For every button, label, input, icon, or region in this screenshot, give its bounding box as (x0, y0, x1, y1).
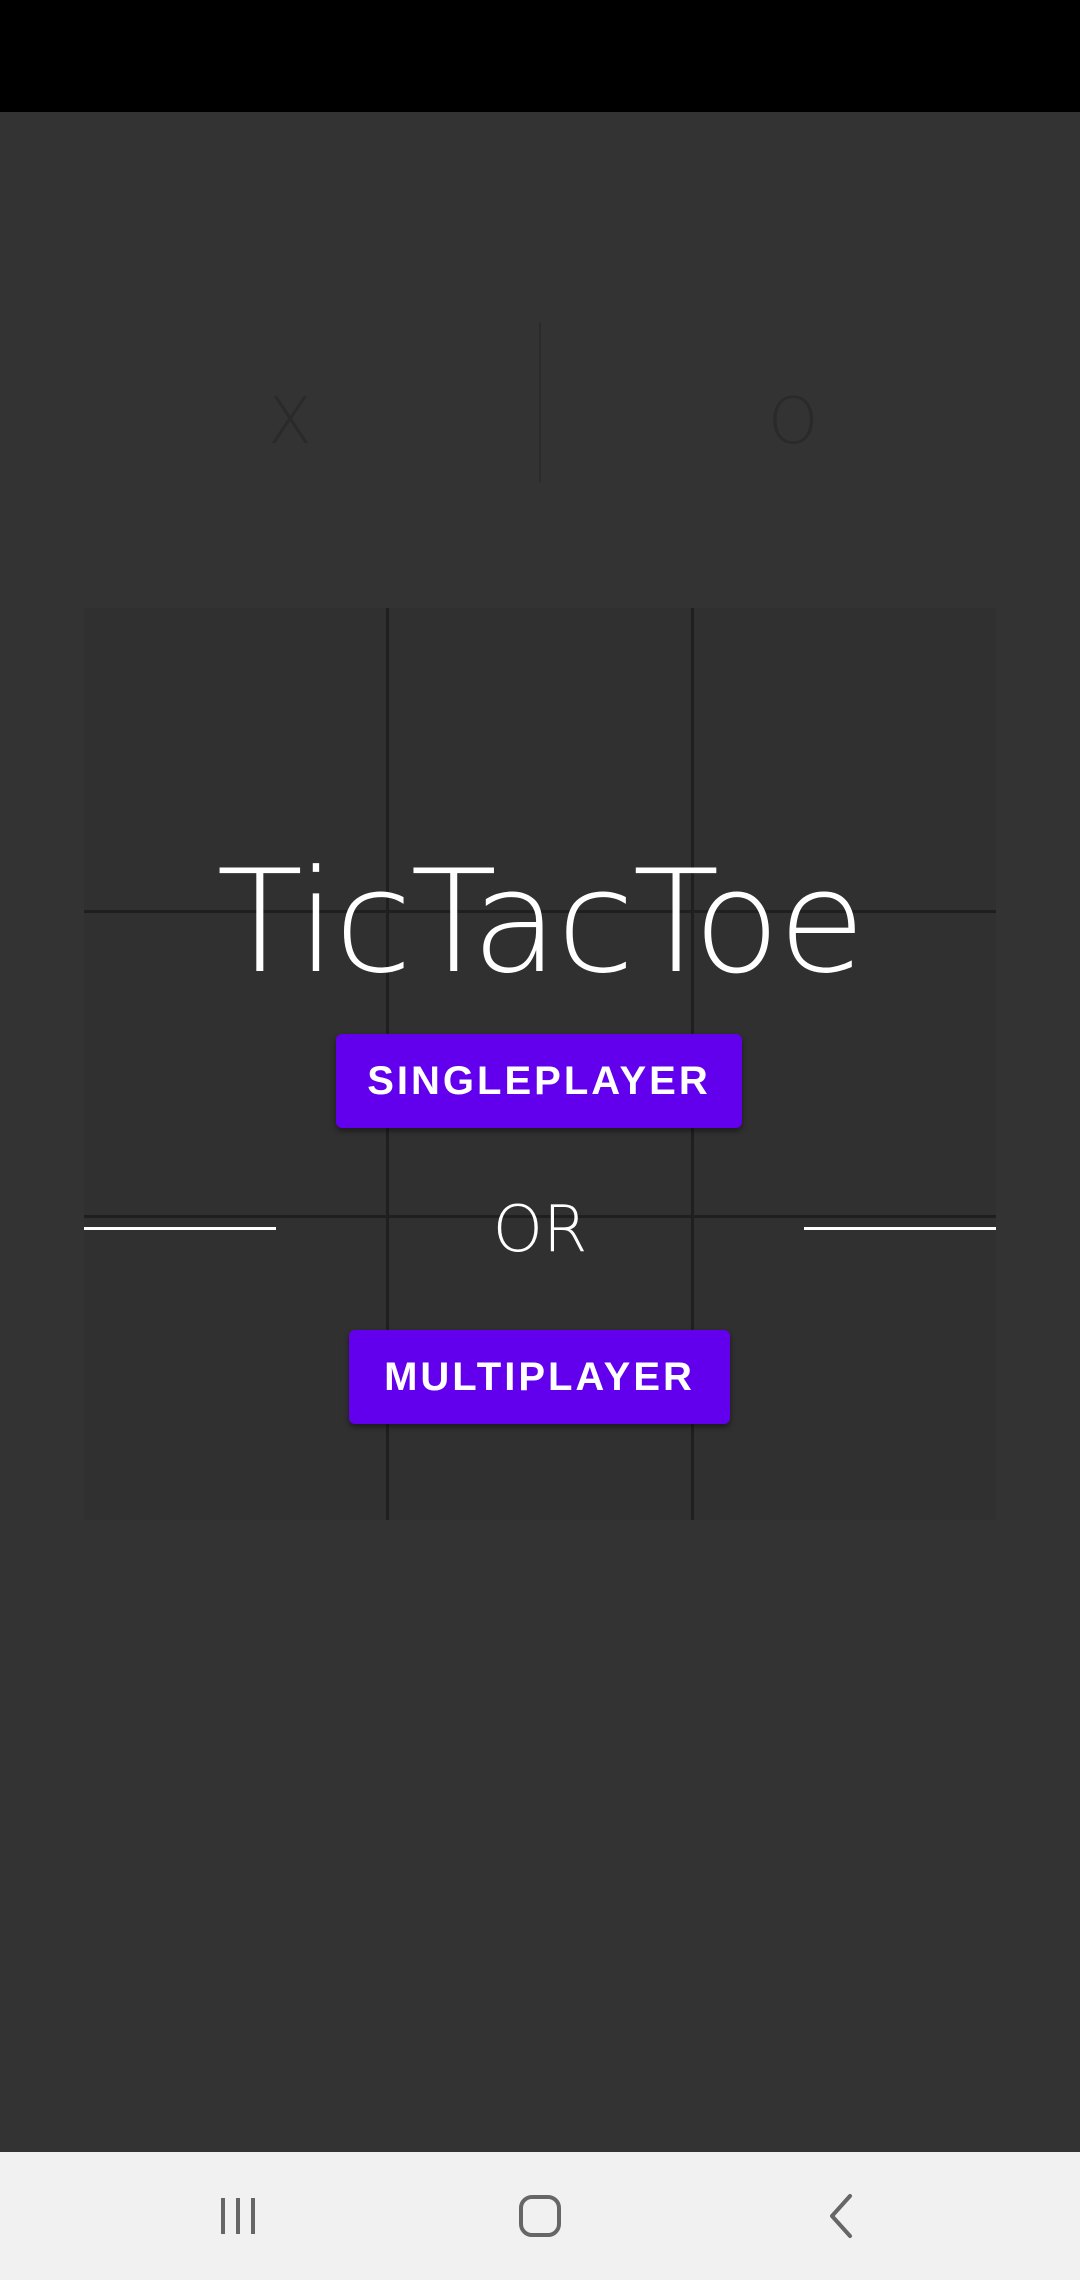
or-divider-right (804, 1227, 996, 1230)
back-icon (830, 2194, 852, 2238)
navigation-bar (0, 2152, 1080, 2280)
home-button[interactable] (480, 2172, 600, 2260)
score-player-o: O (768, 385, 819, 459)
status-bar (0, 0, 1080, 112)
score-player-x: X (268, 385, 312, 459)
or-divider-left (84, 1227, 276, 1230)
or-label: OR (492, 1193, 588, 1267)
app-title: TicTacToe (216, 840, 865, 1005)
score-divider (539, 322, 541, 482)
recent-apps-icon (221, 2198, 255, 2234)
singleplayer-button[interactable]: SINGLEPLAYER (336, 1034, 742, 1128)
back-button[interactable] (782, 2172, 902, 2260)
multiplayer-button[interactable]: MULTIPLAYER (349, 1330, 730, 1424)
home-icon (519, 2195, 561, 2237)
recent-apps-button[interactable] (178, 2172, 298, 2260)
